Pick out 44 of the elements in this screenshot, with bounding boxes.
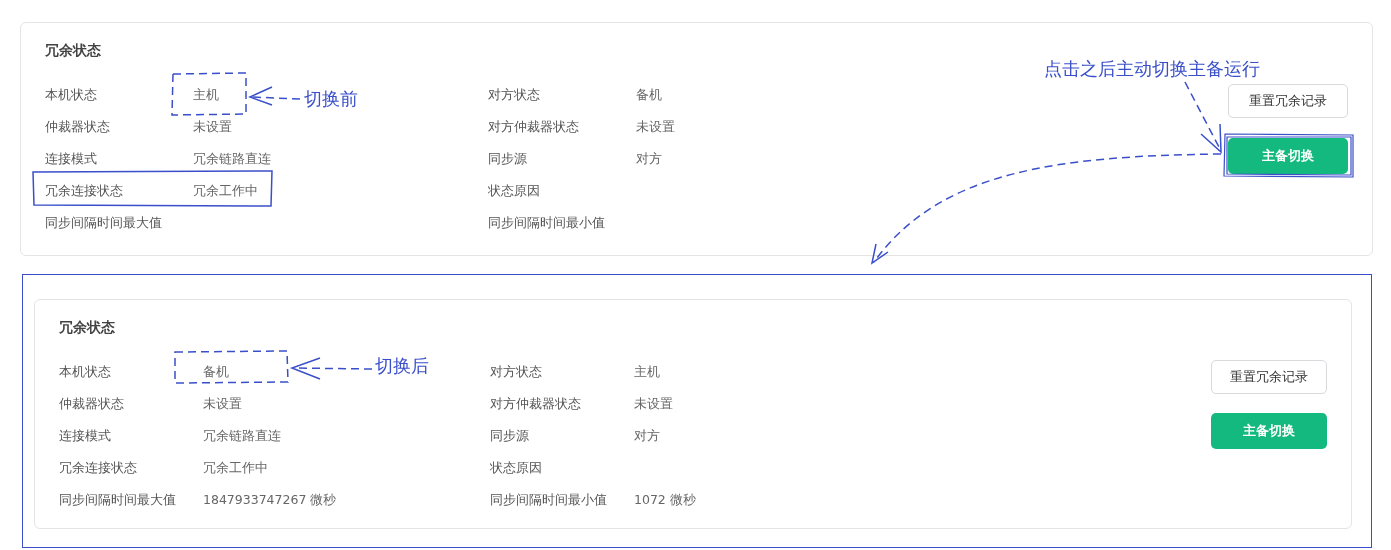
field-label: 同步间隔时间最大值 xyxy=(59,491,177,509)
field-value: 主机 xyxy=(193,86,219,104)
field-value: 未设置 xyxy=(193,118,232,136)
field-value: 冗余链路直连 xyxy=(203,427,281,445)
field-label: 冗余连接状态 xyxy=(59,459,138,477)
annotation-note: 点击之后主动切换主备运行 xyxy=(1044,57,1260,81)
dashed-arrow xyxy=(248,86,301,106)
field-value: 备机 xyxy=(636,86,662,104)
field-label: 本机状态 xyxy=(45,86,98,104)
field-value: 未设置 xyxy=(636,118,675,136)
field-label: 对方状态 xyxy=(488,86,541,104)
reset-button[interactable]: 重置冗余记录 xyxy=(1211,360,1327,394)
field-value: 备机 xyxy=(203,363,229,381)
field-value: 未设置 xyxy=(203,395,242,413)
field-label: 本机状态 xyxy=(59,363,112,381)
annotation-note: 切换前 xyxy=(304,87,358,111)
section-title: 冗余状态 xyxy=(59,318,116,337)
field-value: 未设置 xyxy=(634,395,673,413)
annotation-note: 切换后 xyxy=(375,354,429,378)
field-label: 同步源 xyxy=(488,150,528,168)
field-value: 对方 xyxy=(634,427,660,445)
field-label: 同步间隔时间最大值 xyxy=(45,214,163,232)
field-label: 连接模式 xyxy=(45,150,98,168)
field-label: 状态原因 xyxy=(490,459,543,477)
field-value: 1847933747267 微秒 xyxy=(203,491,337,509)
field-value: 冗余链路直连 xyxy=(193,150,271,168)
field-value: 对方 xyxy=(636,150,662,168)
field-label: 同步间隔时间最小值 xyxy=(488,214,606,232)
field-value: 1072 微秒 xyxy=(634,491,696,509)
field-label: 对方仲裁器状态 xyxy=(488,118,580,136)
field-label: 同步源 xyxy=(490,427,530,445)
reset-button[interactable]: 重置冗余记录 xyxy=(1228,84,1348,118)
field-value: 主机 xyxy=(634,363,660,381)
field-label: 连接模式 xyxy=(59,427,112,445)
section-title: 冗余状态 xyxy=(45,41,102,60)
field-label: 仲裁器状态 xyxy=(59,395,125,413)
field-label: 冗余连接状态 xyxy=(45,182,124,200)
field-label: 仲裁器状态 xyxy=(45,118,111,136)
field-value: 冗余工作中 xyxy=(203,459,268,477)
field-label: 对方仲裁器状态 xyxy=(490,395,582,413)
field-value: 冗余工作中 xyxy=(193,182,258,200)
field-label: 对方状态 xyxy=(490,363,543,381)
field-label: 同步间隔时间最小值 xyxy=(490,491,608,509)
field-label: 状态原因 xyxy=(488,182,541,200)
